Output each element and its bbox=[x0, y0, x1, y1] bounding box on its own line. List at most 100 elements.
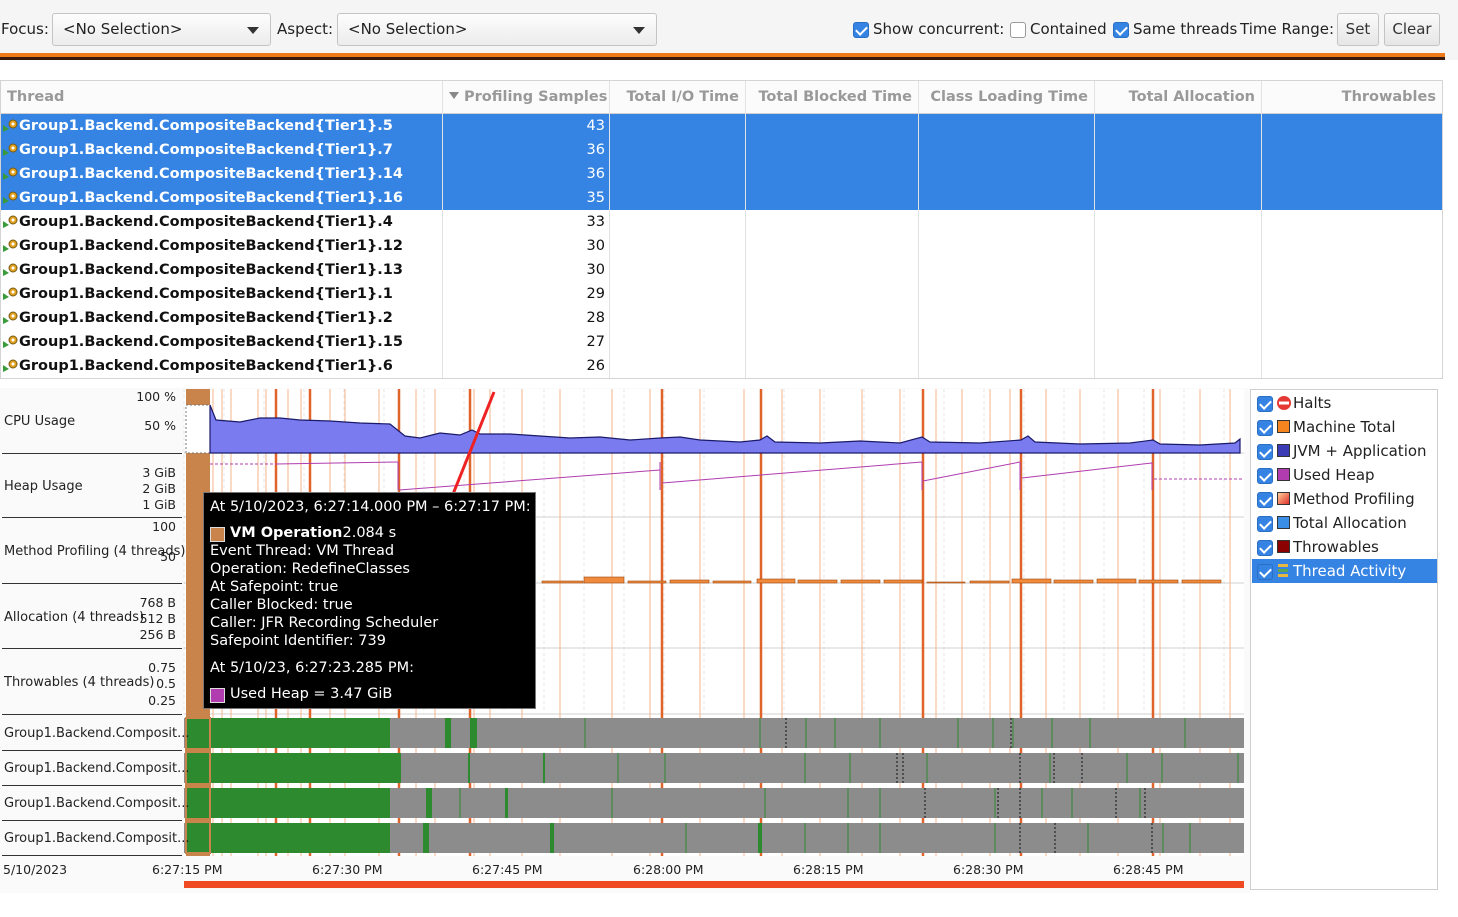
x-tick-label: 6:28:15 PM bbox=[793, 862, 864, 877]
legend-checkbox[interactable] bbox=[1257, 492, 1273, 508]
thread-running-segment bbox=[468, 753, 470, 783]
thread-running-segment bbox=[470, 718, 477, 748]
legend-label: Method Profiling bbox=[1293, 490, 1415, 508]
y-tick-label: 100 % bbox=[136, 389, 176, 404]
legend-checkbox[interactable] bbox=[1257, 396, 1273, 412]
method-profiling-bar bbox=[1138, 579, 1179, 584]
set-button[interactable]: Set bbox=[1337, 13, 1379, 46]
thread-running-segment bbox=[186, 823, 390, 853]
tooltip-heap-value: Used Heap = 3.47 GiB bbox=[230, 686, 393, 702]
method-profiling-bar bbox=[583, 576, 625, 584]
method-profiling-bar bbox=[797, 579, 838, 584]
y-tick-label: 256 B bbox=[139, 627, 176, 642]
clear-button[interactable]: Clear bbox=[1384, 13, 1440, 46]
legend-item-throwables[interactable]: Throwables bbox=[1252, 535, 1437, 559]
legend-item-used-heap[interactable]: Used Heap bbox=[1252, 463, 1437, 487]
tooltip-line: Caller Blocked: true bbox=[210, 597, 353, 613]
legend-label: Throwables bbox=[1293, 538, 1379, 556]
y-tick-label: 0.5 bbox=[156, 676, 176, 691]
legend-checkbox[interactable] bbox=[1257, 516, 1273, 532]
lane-separator bbox=[2, 785, 182, 786]
thread-running-segment bbox=[445, 718, 451, 748]
method-profiling-bar bbox=[840, 579, 881, 584]
thread-running-segment bbox=[758, 823, 762, 853]
method-profiling-bar bbox=[627, 580, 667, 584]
method-profiling-bar bbox=[712, 580, 752, 584]
lane-separator bbox=[2, 648, 182, 649]
time-range-label: Time Range: bbox=[1240, 20, 1335, 38]
y-tick-label: 1 GiB bbox=[142, 497, 176, 512]
lane-label-thread: Group1.Backend.Composit... bbox=[4, 761, 190, 776]
darkred-swatch bbox=[1277, 540, 1290, 553]
y-tick-label: 0.25 bbox=[148, 693, 176, 708]
method-profiling-swatch bbox=[1277, 492, 1290, 505]
x-axis-date-label: 5/10/2023 bbox=[3, 862, 68, 877]
x-tick-label: 6:27:15 PM bbox=[152, 862, 223, 877]
lane-separator bbox=[2, 583, 182, 584]
legend-label: Machine Total bbox=[1293, 418, 1396, 436]
used-heap-swatch bbox=[210, 688, 225, 703]
x-tick-label: 6:28:30 PM bbox=[953, 862, 1024, 877]
y-tick-label: 100 bbox=[152, 519, 176, 534]
column-divider bbox=[1261, 81, 1262, 378]
column-header-throwables[interactable]: Throwables bbox=[1262, 81, 1442, 114]
legend-item-machine-total[interactable]: Machine Total bbox=[1252, 415, 1437, 439]
y-tick-label: 0.75 bbox=[148, 660, 176, 675]
legend-label: Halts bbox=[1293, 394, 1332, 412]
vm-operation-swatch bbox=[210, 527, 225, 542]
tooltip-line: Caller: JFR Recording Scheduler bbox=[210, 615, 439, 631]
legend-item-halts[interactable]: Halts bbox=[1252, 391, 1437, 415]
thread-activity-icon bbox=[1278, 564, 1288, 577]
lane-label-heap: Heap Usage bbox=[4, 479, 83, 494]
y-tick-label: 50 % bbox=[144, 418, 176, 433]
legend-label: JVM + Application bbox=[1293, 442, 1427, 460]
legend-checkbox[interactable] bbox=[1257, 444, 1273, 460]
legend-item-method-profiling[interactable]: Method Profiling bbox=[1252, 487, 1437, 511]
blue-swatch bbox=[1277, 516, 1290, 529]
lane-label-cpu: CPU Usage bbox=[4, 414, 76, 429]
x-tick-label: 6:27:45 PM bbox=[472, 862, 543, 877]
no-entry-icon bbox=[1277, 396, 1291, 410]
tooltip-line: Event Thread: VM Thread bbox=[210, 543, 395, 559]
legend-item-jvm-application[interactable]: JVM + Application bbox=[1252, 439, 1437, 463]
method-profiling-bar bbox=[969, 580, 1010, 584]
legend-checkbox[interactable] bbox=[1257, 540, 1273, 556]
y-tick-label: 50 bbox=[160, 549, 176, 564]
x-tick-label: 6:27:30 PM bbox=[312, 862, 383, 877]
legend-label: Total Allocation bbox=[1293, 514, 1407, 532]
thread-running-segment bbox=[186, 753, 401, 783]
magenta-swatch bbox=[1277, 468, 1290, 481]
method-profiling-bar bbox=[1096, 578, 1137, 584]
y-tick-label: 3 GiB bbox=[142, 465, 176, 480]
legend-item-total-allocation[interactable]: Total Allocation bbox=[1252, 511, 1437, 535]
legend-item-thread-activity[interactable]: Thread Activity bbox=[1252, 559, 1437, 583]
tooltip-heap-header: At 5/10/23, 6:27:23.285 PM: bbox=[210, 660, 415, 676]
legend-checkbox[interactable] bbox=[1257, 420, 1273, 436]
thread-running-segment bbox=[543, 753, 545, 783]
lane-separator bbox=[2, 453, 182, 454]
method-profiling-bar bbox=[926, 581, 966, 584]
time-range-bar bbox=[184, 881, 1244, 888]
thread-running-segment bbox=[505, 788, 508, 818]
lane-separator bbox=[2, 750, 182, 751]
legend-checkbox[interactable] bbox=[1257, 468, 1273, 484]
tooltip-event-duration: : 2.084 s bbox=[333, 525, 397, 541]
chart-legend: Halts Machine Total JVM + Application Used … bbox=[1250, 389, 1438, 890]
tooltip-line: Operation: RedefineClasses bbox=[210, 561, 410, 577]
method-profiling-bar bbox=[1053, 579, 1094, 584]
thread-running-segment bbox=[550, 823, 554, 853]
method-profiling-bar bbox=[541, 580, 584, 584]
lane-label-thread: Group1.Backend.Composit... bbox=[4, 726, 190, 741]
tooltip-header: At 5/10/2023, 6:27:14.000 PM – 6:27:17 P… bbox=[210, 499, 531, 515]
lane-separator bbox=[2, 714, 182, 715]
method-profiling-bar bbox=[1181, 579, 1222, 584]
timeline-chart[interactable] bbox=[0, 0, 1250, 917]
tooltip-event-title: VM Operation bbox=[230, 525, 343, 541]
x-tick-label: 6:28:00 PM bbox=[633, 862, 704, 877]
blue-swatch bbox=[1277, 444, 1290, 457]
lane-separator bbox=[2, 517, 182, 518]
tooltip-line: Safepoint Identifier: 739 bbox=[210, 633, 386, 649]
legend-checkbox[interactable] bbox=[1257, 564, 1273, 580]
lane-separator bbox=[2, 820, 182, 821]
method-profiling-bar bbox=[756, 578, 796, 584]
